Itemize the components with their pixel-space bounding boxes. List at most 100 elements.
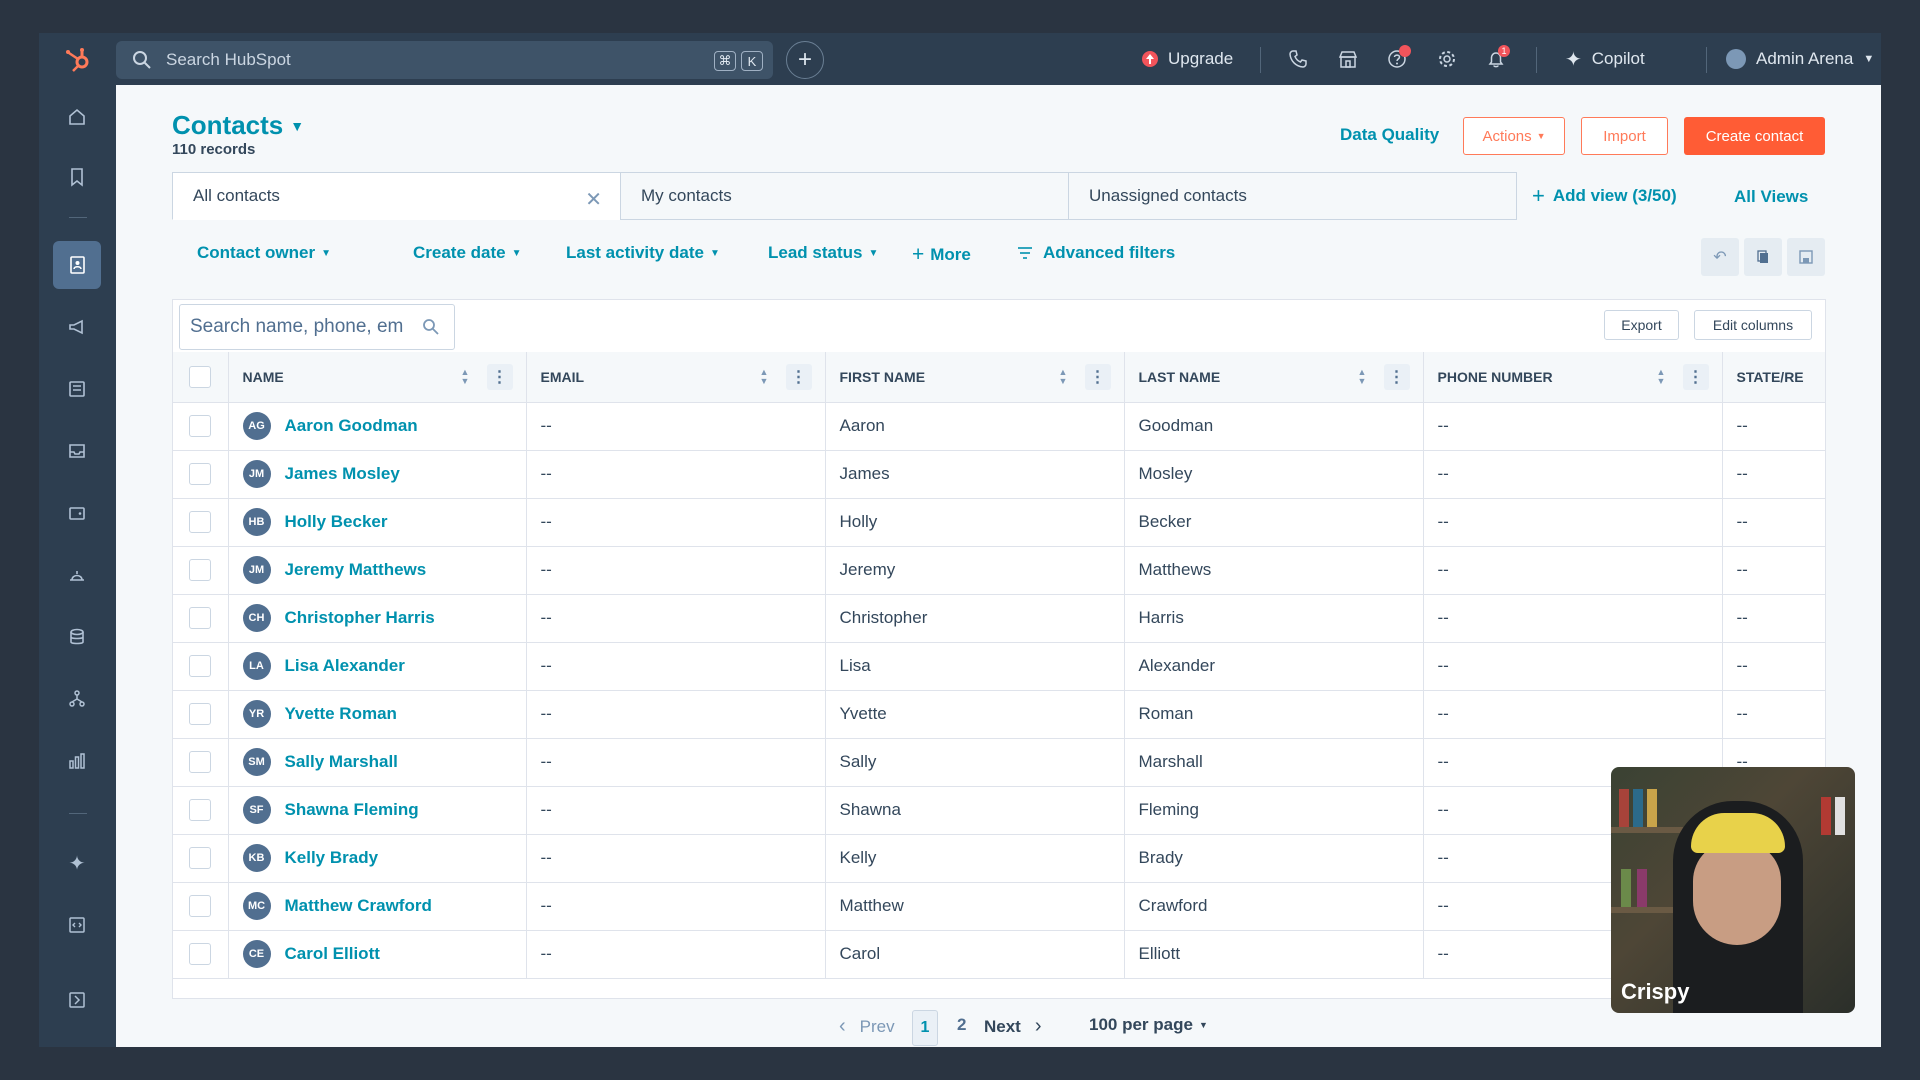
table-search-input[interactable]: Search name, phone, em <box>179 304 455 350</box>
row-checkbox[interactable] <box>189 463 212 485</box>
column-menu-button[interactable]: ⋮ <box>1383 364 1410 390</box>
marketplace-button[interactable] <box>1338 33 1358 85</box>
sort-icon[interactable]: ▲ ▼ <box>1358 368 1368 386</box>
import-button[interactable]: Import <box>1581 117 1668 155</box>
row-checkbox[interactable] <box>189 799 212 821</box>
column-header-state-region[interactable]: State/Re <box>1722 352 1825 403</box>
contact-name-link[interactable]: Christopher Harris <box>285 608 435 628</box>
table-row[interactable]: MC Matthew Crawford -- Matthew Crawford -… <box>173 882 1825 931</box>
upgrade-button[interactable]: Upgrade <box>1140 33 1233 85</box>
notifications-button[interactable]: 1 <box>1486 33 1510 85</box>
row-checkbox[interactable] <box>189 655 212 677</box>
contact-name-link[interactable]: Shawna Fleming <box>285 800 419 820</box>
column-menu-button[interactable]: ⋮ <box>785 364 812 390</box>
filter-contact-owner[interactable]: Contact owner ▼ <box>197 243 331 263</box>
sidebar-item-home[interactable] <box>53 93 101 141</box>
help-button[interactable] <box>1387 33 1411 85</box>
table-row[interactable]: HB Holly Becker -- Holly Becker -- -- <box>173 498 1825 547</box>
edit-columns-button[interactable]: Edit columns <box>1694 310 1812 340</box>
table-row[interactable]: JM Jeremy Matthews -- Jeremy Matthews -- … <box>173 546 1825 595</box>
row-checkbox[interactable] <box>189 751 212 773</box>
table-row[interactable]: YR Yvette Roman -- Yvette Roman -- -- <box>173 690 1825 739</box>
sidebar-item-content[interactable] <box>53 365 101 413</box>
next-page-button[interactable]: Next › <box>984 1015 1042 1038</box>
sort-icon[interactable]: ▲ ▼ <box>1059 368 1069 386</box>
page-2-button[interactable]: 2 <box>957 1015 966 1035</box>
column-menu-button[interactable]: ⋮ <box>486 364 513 390</box>
add-view-button[interactable]: + Add view (3/50) <box>1532 183 1677 209</box>
tab-all-contacts[interactable]: All contacts ✕ <box>172 172 621 220</box>
actions-button[interactable]: Actions ▼ <box>1463 117 1565 155</box>
copilot-button[interactable]: ✦ Copilot <box>1565 33 1645 85</box>
row-checkbox[interactable] <box>189 847 212 869</box>
settings-button[interactable] <box>1437 33 1457 85</box>
export-button[interactable]: Export <box>1604 310 1679 340</box>
contact-name-link[interactable]: Holly Becker <box>285 512 388 532</box>
contact-name-link[interactable]: Sally Marshall <box>285 752 398 772</box>
prev-page-button[interactable]: ‹ Prev <box>839 1015 895 1038</box>
sidebar-item-bookmarks[interactable] <box>53 153 101 201</box>
create-new-button[interactable]: + <box>786 41 824 79</box>
table-row[interactable]: KBKelly Brady -- Kelly Brady -- -- <box>173 834 1825 883</box>
column-header-first-name[interactable]: First Name ▲ ▼ ⋮ <box>825 352 1125 403</box>
column-header-phone-number[interactable]: Phone Number ▲ ▼ ⋮ <box>1423 352 1723 403</box>
contact-name-link[interactable]: Carol Elliott <box>285 944 380 964</box>
row-checkbox[interactable] <box>189 703 212 725</box>
table-row[interactable]: SFShawna Fleming -- Shawna Fleming -- -- <box>173 786 1825 835</box>
column-menu-button[interactable]: ⋮ <box>1682 364 1709 390</box>
page-1-button[interactable]: 1 <box>912 1010 938 1046</box>
column-menu-button[interactable]: ⋮ <box>1084 364 1111 390</box>
sidebar-item-crm[interactable] <box>53 241 101 289</box>
close-icon[interactable]: ✕ <box>585 187 602 212</box>
column-header-last-name[interactable]: Last Name ▲ ▼ ⋮ <box>1124 352 1424 403</box>
sidebar-item-data[interactable] <box>53 613 101 661</box>
table-row[interactable]: JM James Mosley -- James Mosley -- -- <box>173 450 1825 499</box>
more-filters-button[interactable]: + More <box>912 243 971 267</box>
table-row[interactable]: CH Christopher Harris -- Christopher Harr… <box>173 594 1825 643</box>
contact-name-link[interactable]: James Mosley <box>285 464 400 484</box>
column-header-email[interactable]: Email ▲ ▼ ⋮ <box>526 352 826 403</box>
sidebar-item-development[interactable] <box>53 901 101 949</box>
sidebar-item-reporting[interactable] <box>53 737 101 785</box>
duplicate-view-button[interactable] <box>1744 238 1782 276</box>
sidebar-item-marketing[interactable] <box>53 303 101 351</box>
sort-icon[interactable]: ▲ ▼ <box>760 368 770 386</box>
row-checkbox[interactable] <box>189 943 212 965</box>
contact-name-link[interactable]: Yvette Roman <box>285 704 397 724</box>
sidebar-expand-button[interactable] <box>53 976 101 1024</box>
contact-name-link[interactable]: Aaron Goodman <box>285 416 418 436</box>
sidebar-item-automation[interactable] <box>53 675 101 723</box>
table-row[interactable]: SM Sally Marshall -- Sally Marshall -- -- <box>173 738 1825 787</box>
row-checkbox[interactable] <box>189 415 212 437</box>
sort-icon[interactable]: ▲ ▼ <box>461 368 471 386</box>
row-checkbox[interactable] <box>189 559 212 581</box>
contact-name-link[interactable]: Kelly Brady <box>285 848 379 868</box>
calling-button[interactable] <box>1288 33 1308 85</box>
account-menu[interactable]: Admin Arena ▼ <box>1726 33 1874 85</box>
page-title[interactable]: Contacts ▼ <box>172 110 304 141</box>
column-header-name[interactable]: Name ▲ ▼ ⋮ <box>228 352 527 403</box>
sort-icon[interactable]: ▲ ▼ <box>1657 368 1667 386</box>
per-page-select[interactable]: 100 per page ▼ <box>1089 1015 1208 1035</box>
filter-lead-status[interactable]: Lead status ▼ <box>768 243 878 263</box>
contact-name-link[interactable]: Matthew Crawford <box>285 896 432 916</box>
tab-unassigned-contacts[interactable]: Unassigned contacts <box>1068 172 1517 220</box>
contact-name-link[interactable]: Jeremy Matthews <box>285 560 427 580</box>
sidebar-item-sales[interactable] <box>53 427 101 475</box>
row-checkbox[interactable] <box>189 895 212 917</box>
table-row[interactable]: AG Aaron Goodman -- Aaron Goodman -- -- <box>173 402 1825 451</box>
select-all-checkbox[interactable] <box>189 365 212 388</box>
hubspot-logo-icon[interactable] <box>63 45 93 75</box>
table-row[interactable]: LA Lisa Alexander -- Lisa Alexander -- -- <box>173 642 1825 691</box>
table-row[interactable]: CECarol Elliott -- Carol Elliott -- -- <box>173 930 1825 979</box>
all-views-link[interactable]: All Views <box>1734 187 1808 207</box>
contact-name-link[interactable]: Lisa Alexander <box>285 656 405 676</box>
tab-my-contacts[interactable]: My contacts <box>620 172 1069 220</box>
sidebar-item-breeze[interactable]: ✦ <box>53 839 101 887</box>
filter-last-activity-date[interactable]: Last activity date ▼ <box>566 243 720 263</box>
row-checkbox[interactable] <box>189 511 212 533</box>
sidebar-item-commerce[interactable] <box>53 489 101 537</box>
create-contact-button[interactable]: Create contact <box>1684 117 1825 155</box>
data-quality-link[interactable]: Data Quality <box>1340 125 1439 145</box>
filter-create-date[interactable]: Create date ▼ <box>413 243 522 263</box>
